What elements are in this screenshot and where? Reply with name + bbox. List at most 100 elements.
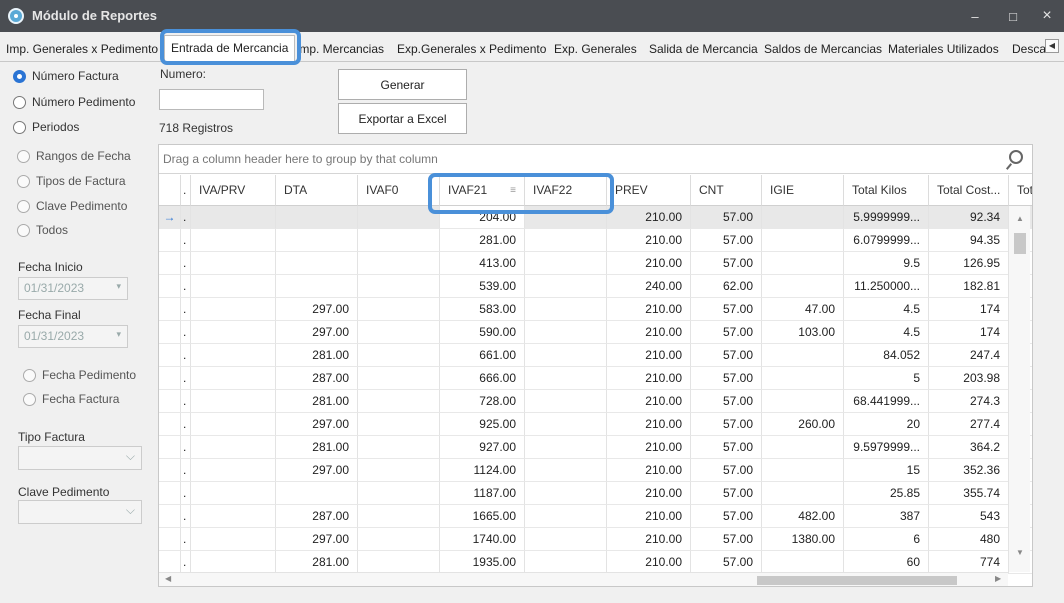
current-row-arrow-icon[interactable]: →: [159, 206, 181, 229]
grid-cell-total-costo[interactable]: 352.36: [929, 459, 1009, 482]
grid-cell-cnt[interactable]: 57.00: [691, 298, 762, 321]
col-total-header[interactable]: Tota: [1009, 175, 1032, 206]
grid-cell-igie[interactable]: [762, 344, 844, 367]
grid-cell-ivaf0[interactable]: [358, 321, 440, 344]
grid-cell-igie[interactable]: [762, 252, 844, 275]
grid-cell-ivaf0[interactable]: [358, 505, 440, 528]
grid-cell-igie[interactable]: [762, 482, 844, 505]
col-dta-header[interactable]: DTA: [276, 175, 358, 206]
row-indicator[interactable]: [159, 344, 181, 367]
grid-cell-ivaf22[interactable]: [525, 436, 607, 459]
grid-cell-igie[interactable]: 47.00: [762, 298, 844, 321]
grid-cell-dta[interactable]: [276, 275, 358, 298]
tab-imp-generales-pedimento[interactable]: Imp. Generales x Pedimento: [6, 37, 158, 61]
grid-cell-total-kilos[interactable]: 6.0799999...: [844, 229, 929, 252]
grid-cell-prev[interactable]: 210.00: [607, 206, 691, 229]
grid-cell-total-kilos[interactable]: 4.5: [844, 298, 929, 321]
row-indicator[interactable]: [159, 459, 181, 482]
grid-cell-igie[interactable]: 482.00: [762, 505, 844, 528]
tab-scroll-left-button[interactable]: ◀: [1045, 39, 1059, 53]
grid-cell-igie[interactable]: 103.00: [762, 321, 844, 344]
grid-cell-iva-prv[interactable]: [191, 252, 276, 275]
grid-cell-igie[interactable]: 1380.00: [762, 528, 844, 551]
grid-cell-ivaf21[interactable]: 728.00: [440, 390, 525, 413]
grid-cell-ivaf22[interactable]: [525, 551, 607, 574]
grid-cell-prev[interactable]: 210.00: [607, 344, 691, 367]
grid-cell-cnt[interactable]: 57.00: [691, 321, 762, 344]
grid-cell-prev[interactable]: 210.00: [607, 413, 691, 436]
grid-cell-iva-prv[interactable]: [191, 482, 276, 505]
grid-cell-dta[interactable]: [276, 252, 358, 275]
grid-cell-prev[interactable]: 210.00: [607, 298, 691, 321]
grid-cell-ivaf22[interactable]: [525, 252, 607, 275]
row-indicator[interactable]: [159, 298, 181, 321]
grid-cell-ivaf0[interactable]: [358, 482, 440, 505]
close-button[interactable]: ×: [1030, 0, 1064, 32]
grid-cell-ivaf21[interactable]: 1665.00: [440, 505, 525, 528]
grid-cell-igie[interactable]: [762, 367, 844, 390]
grid-cell-ivaf0[interactable]: [358, 551, 440, 574]
grid-cell-total-kilos[interactable]: 4.5: [844, 321, 929, 344]
row-indicator[interactable]: [159, 436, 181, 459]
grid-cell-ivaf21[interactable]: 661.00: [440, 344, 525, 367]
grid-cell-ivaf0[interactable]: [358, 229, 440, 252]
grid-cell-ivaf0[interactable]: [358, 436, 440, 459]
grid-cell-cnt[interactable]: 57.00: [691, 413, 762, 436]
grid-cell-total-costo[interactable]: 774: [929, 551, 1009, 574]
grid-cell-igie[interactable]: [762, 275, 844, 298]
grid-cell-ivaf21[interactable]: 281.00: [440, 229, 525, 252]
grid-cell-iva-prv[interactable]: [191, 551, 276, 574]
grid-cell-ivaf22[interactable]: [525, 482, 607, 505]
radio-fecha-factura[interactable]: Fecha Factura: [23, 392, 119, 406]
scroll-left-icon[interactable]: ◀: [165, 574, 171, 583]
grid-cell-total-costo[interactable]: 364.2: [929, 436, 1009, 459]
grid-cell-dta[interactable]: 297.00: [276, 413, 358, 436]
grid-cell-ivaf21[interactable]: 1187.00: [440, 482, 525, 505]
fecha-final-field[interactable]: 01/31/2023 ▾: [18, 325, 128, 348]
grid-cell-prev[interactable]: 240.00: [607, 275, 691, 298]
grid-cell-cnt[interactable]: 57.00: [691, 390, 762, 413]
grid-cell-ivaf21[interactable]: 925.00: [440, 413, 525, 436]
col-igie-header[interactable]: IGIE: [762, 175, 844, 206]
grid-cell-dta[interactable]: 297.00: [276, 321, 358, 344]
grid-cell-cnt[interactable]: 57.00: [691, 229, 762, 252]
grid-cell-total-costo[interactable]: 480: [929, 528, 1009, 551]
numero-input[interactable]: [159, 89, 264, 110]
grid-cell-total-costo[interactable]: 182.81: [929, 275, 1009, 298]
grid-cell-total-kilos[interactable]: 20: [844, 413, 929, 436]
grid-cell-total-costo[interactable]: 247.4: [929, 344, 1009, 367]
grid-cell-ivaf22[interactable]: [525, 344, 607, 367]
grid-cell-ivaf21[interactable]: 1124.00: [440, 459, 525, 482]
grid-cell-cnt[interactable]: 57.00: [691, 505, 762, 528]
tab-imp-mercancias[interactable]: Imp. Mercancias: [296, 37, 384, 61]
grid-cell-ivaf22[interactable]: [525, 367, 607, 390]
grid-cell-ivaf22[interactable]: [525, 528, 607, 551]
grid-cell-iva-prv[interactable]: [191, 413, 276, 436]
minimize-button[interactable]: –: [958, 0, 992, 32]
grid-cell-iva-prv[interactable]: [191, 298, 276, 321]
grid-cell-ivaf0[interactable]: [358, 344, 440, 367]
tab-salida-mercancia[interactable]: Salida de Mercancia: [649, 37, 758, 61]
grid-cell-ivaf22[interactable]: [525, 505, 607, 528]
grid-cell-iva-prv[interactable]: [191, 390, 276, 413]
grid-cell-prev[interactable]: 210.00: [607, 321, 691, 344]
grid-cell-total-kilos[interactable]: 6: [844, 528, 929, 551]
grid-cell-cnt[interactable]: 57.00: [691, 482, 762, 505]
grid-cell-igie[interactable]: [762, 459, 844, 482]
grid-cell-total-costo[interactable]: 274.3: [929, 390, 1009, 413]
radio-todos[interactable]: Todos: [17, 223, 68, 237]
grid-cell-total-kilos[interactable]: 5: [844, 367, 929, 390]
scroll-up-icon[interactable]: ▲: [1016, 214, 1024, 223]
grid-cell-ivaf21[interactable]: 1740.00: [440, 528, 525, 551]
horizontal-scrollbar[interactable]: ◀ ▶: [159, 572, 1008, 586]
grid-cell-ivaf0[interactable]: [358, 390, 440, 413]
grid-cell-ivaf21[interactable]: 927.00: [440, 436, 525, 459]
grid-cell-ivaf21[interactable]: 413.00: [440, 252, 525, 275]
grid-cell-cnt[interactable]: 57.00: [691, 551, 762, 574]
tab-exp-generales-pedimento[interactable]: Exp.Generales x Pedimento: [397, 37, 546, 61]
grid-cell-dta[interactable]: 287.00: [276, 367, 358, 390]
grid-cell-prev[interactable]: 210.00: [607, 252, 691, 275]
grid-cell-cnt[interactable]: 57.00: [691, 367, 762, 390]
grid-cell-cnt[interactable]: 57.00: [691, 252, 762, 275]
exportar-excel-button[interactable]: Exportar a Excel: [338, 103, 467, 134]
